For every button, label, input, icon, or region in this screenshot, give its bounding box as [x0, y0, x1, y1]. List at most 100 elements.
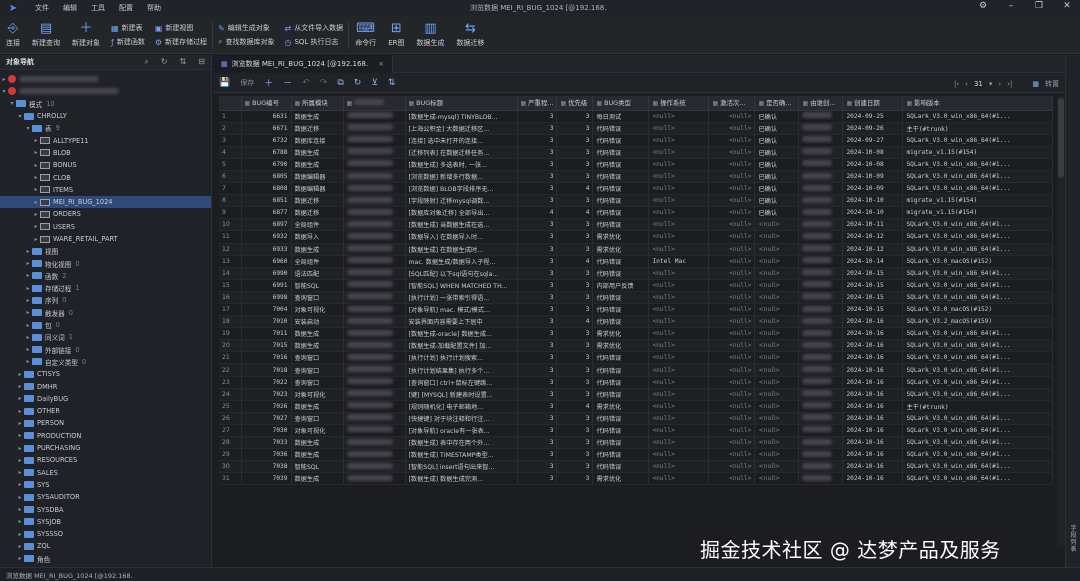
schema-node[interactable]: ▸ SYS	[0, 479, 211, 491]
table-cell[interactable]: [数据生成-mysql] TINYBLOB...	[405, 110, 518, 123]
table-cell[interactable]: 7039	[241, 472, 292, 486]
table-cell[interactable]: 3	[556, 134, 594, 147]
table-cell[interactable]	[343, 122, 406, 135]
table-node[interactable]: ▸ ALLTYPE11	[0, 134, 211, 146]
table-cell[interactable]: <null>	[648, 339, 710, 353]
table-cell[interactable]: <null>	[708, 448, 756, 462]
table-cell[interactable]: 6877	[241, 206, 292, 220]
table-cell[interactable]: 7016	[241, 351, 292, 365]
table-cell[interactable]: 2024-10-15	[842, 279, 904, 292]
table-cell[interactable]: 数据生成	[291, 400, 344, 413]
schema-node[interactable]: ▸ RESOURCES	[0, 454, 211, 466]
table-cell[interactable]	[343, 146, 406, 159]
table-cell[interactable]: [快捷键] 对于块注释和行注...	[405, 412, 518, 425]
table-cell[interactable]: 3	[556, 146, 594, 159]
table-cell[interactable]: <null>	[708, 182, 756, 196]
table-cell[interactable]: 4	[556, 315, 594, 329]
table-cell[interactable]	[798, 291, 844, 305]
table-cell[interactable]: migrate_v1.15(#154)	[902, 206, 1054, 220]
table-cell[interactable]: SQLark_V3.0_win_x86_64(#1...	[902, 472, 1054, 486]
table-cell[interactable]: 代码错误	[592, 460, 650, 474]
table-cell[interactable]: 12	[219, 243, 242, 256]
table-cell[interactable]: 6932	[241, 230, 292, 244]
table-cell[interactable]	[343, 291, 406, 305]
table-cell[interactable]: [浏览数据] 新增多行数据...	[405, 170, 518, 184]
table-cell[interactable]: 29	[219, 448, 242, 462]
new-view-button[interactable]: ▣ 新建视图	[155, 23, 207, 33]
table-cell[interactable]: 6851	[241, 194, 292, 208]
table-cell[interactable]: [数据生成] 数据生成完测...	[405, 472, 518, 486]
table-cell[interactable]: SQLark_V3.0_win_x86_64(#1...	[902, 460, 1054, 474]
table-cell[interactable]: <null>	[754, 412, 800, 425]
table-cell[interactable]: 主干(#trunk)	[902, 122, 1054, 135]
table-cell[interactable]: <null>	[708, 363, 756, 377]
table-cell[interactable]: 3	[556, 376, 594, 389]
table-cell[interactable]: 内部用户反馈	[592, 279, 650, 292]
table-cell[interactable]: 7	[219, 182, 242, 196]
table-cell[interactable]: 7004	[241, 303, 292, 317]
table-cell[interactable]	[343, 388, 406, 401]
table-cell[interactable]: 需求优化	[592, 400, 650, 413]
table-cell[interactable]	[798, 315, 844, 329]
table-cell[interactable]: [数据生成] 在数据生成时...	[405, 243, 518, 256]
table-cell[interactable]: SQLark_V3.0_win_x86_64(#1...	[902, 363, 1054, 377]
table-cell[interactable]: 3	[517, 218, 558, 232]
table-cell[interactable]: 2024-10-09	[842, 182, 904, 196]
table-cell[interactable]: 3	[517, 460, 558, 474]
table-cell[interactable]: 3	[517, 388, 558, 401]
filter-icon[interactable]: ⇅	[180, 57, 187, 67]
table-cell[interactable]: 代码错误	[592, 351, 650, 365]
data-migrate-button[interactable]: ⇆ 数据迁移	[450, 16, 490, 54]
table-cell[interactable]: 13	[219, 255, 242, 268]
table-cell[interactable]	[343, 230, 406, 244]
table-node[interactable]: ▸ BONUS	[0, 159, 211, 171]
table-cell[interactable]	[798, 134, 844, 147]
table-cell[interactable]: 4	[556, 255, 594, 268]
table-cell[interactable]: <null>	[754, 218, 800, 232]
table-cell[interactable]: 16	[219, 291, 242, 305]
table-cell[interactable]: <null>	[754, 436, 800, 450]
table-cell[interactable]: 14	[219, 267, 242, 280]
table-cell[interactable]: 3	[517, 351, 558, 365]
table-cell[interactable]: [数据生成] 表中存在两个外...	[405, 436, 518, 450]
table-cell[interactable]	[343, 424, 406, 438]
object-group-node[interactable]: ▸ 物化视图 0	[0, 257, 211, 269]
table-row[interactable]: 3 6732 数据库连接 [连接] 选中未打开的连接... 3 3 代码错误 <null> <n…	[219, 134, 1054, 147]
menu-edit[interactable]: 编辑	[56, 3, 84, 13]
table-row[interactable]: 13 6960 全局组件 mac. 数据生成/数据导入子程... 3 4 代码错误 Intel…	[219, 255, 1054, 268]
table-cell[interactable]	[343, 327, 406, 341]
refresh-icon[interactable]: ↻	[354, 78, 362, 88]
table-cell[interactable]: 4	[556, 182, 594, 196]
table-cell[interactable]: 2024-10-09	[842, 170, 904, 184]
table-cell[interactable]: [数据生成] 多选表时, 一张...	[405, 158, 518, 171]
table-cell[interactable]: 代码错误	[592, 363, 650, 377]
table-cell[interactable]: 25	[219, 400, 242, 413]
search-icon[interactable]: ⌕	[144, 57, 148, 67]
table-cell[interactable]: 数据生成	[291, 110, 344, 123]
table-cell[interactable]: <null>	[754, 315, 800, 329]
table-cell[interactable]: 查询窗口	[291, 376, 344, 389]
table-cell[interactable]: <null>	[708, 460, 756, 474]
table-cell[interactable]: <null>	[708, 339, 756, 353]
table-cell[interactable]: 代码错误	[592, 182, 650, 196]
table-cell[interactable]: 每日测试	[592, 110, 650, 123]
table-cell[interactable]: <null>	[708, 436, 756, 450]
table-cell[interactable]	[798, 182, 844, 196]
table-cell[interactable]: 9	[219, 206, 242, 220]
table-cell[interactable]: 6	[219, 170, 242, 184]
table-cell[interactable]: [键] [MYSQL] 新建表时设置...	[405, 388, 518, 401]
table-cell[interactable]: 6933	[241, 243, 292, 256]
table-cell[interactable]	[343, 400, 406, 413]
table-cell[interactable]: <null>	[708, 472, 756, 486]
object-group-node[interactable]: ▸ 视图	[0, 245, 211, 257]
schema-node[interactable]: ▸ SALES	[0, 467, 211, 479]
table-cell[interactable]: 7015	[241, 339, 292, 353]
table-cell[interactable]: 7038	[241, 460, 292, 474]
table-cell[interactable]: 数据编辑器	[291, 182, 344, 196]
table-row[interactable]: 17 7004 对象可视化 [对象导航] mac. 模式/模式... 3 3 代码错误 <nu…	[219, 303, 1054, 317]
table-cell[interactable]: 3	[556, 230, 594, 244]
tab-close-icon[interactable]: ×	[378, 60, 384, 68]
table-cell[interactable]: <null>	[648, 182, 710, 196]
object-group-node[interactable]: ▸ 自定义类型 0	[0, 356, 211, 368]
refresh-icon[interactable]: ↻	[161, 57, 168, 67]
